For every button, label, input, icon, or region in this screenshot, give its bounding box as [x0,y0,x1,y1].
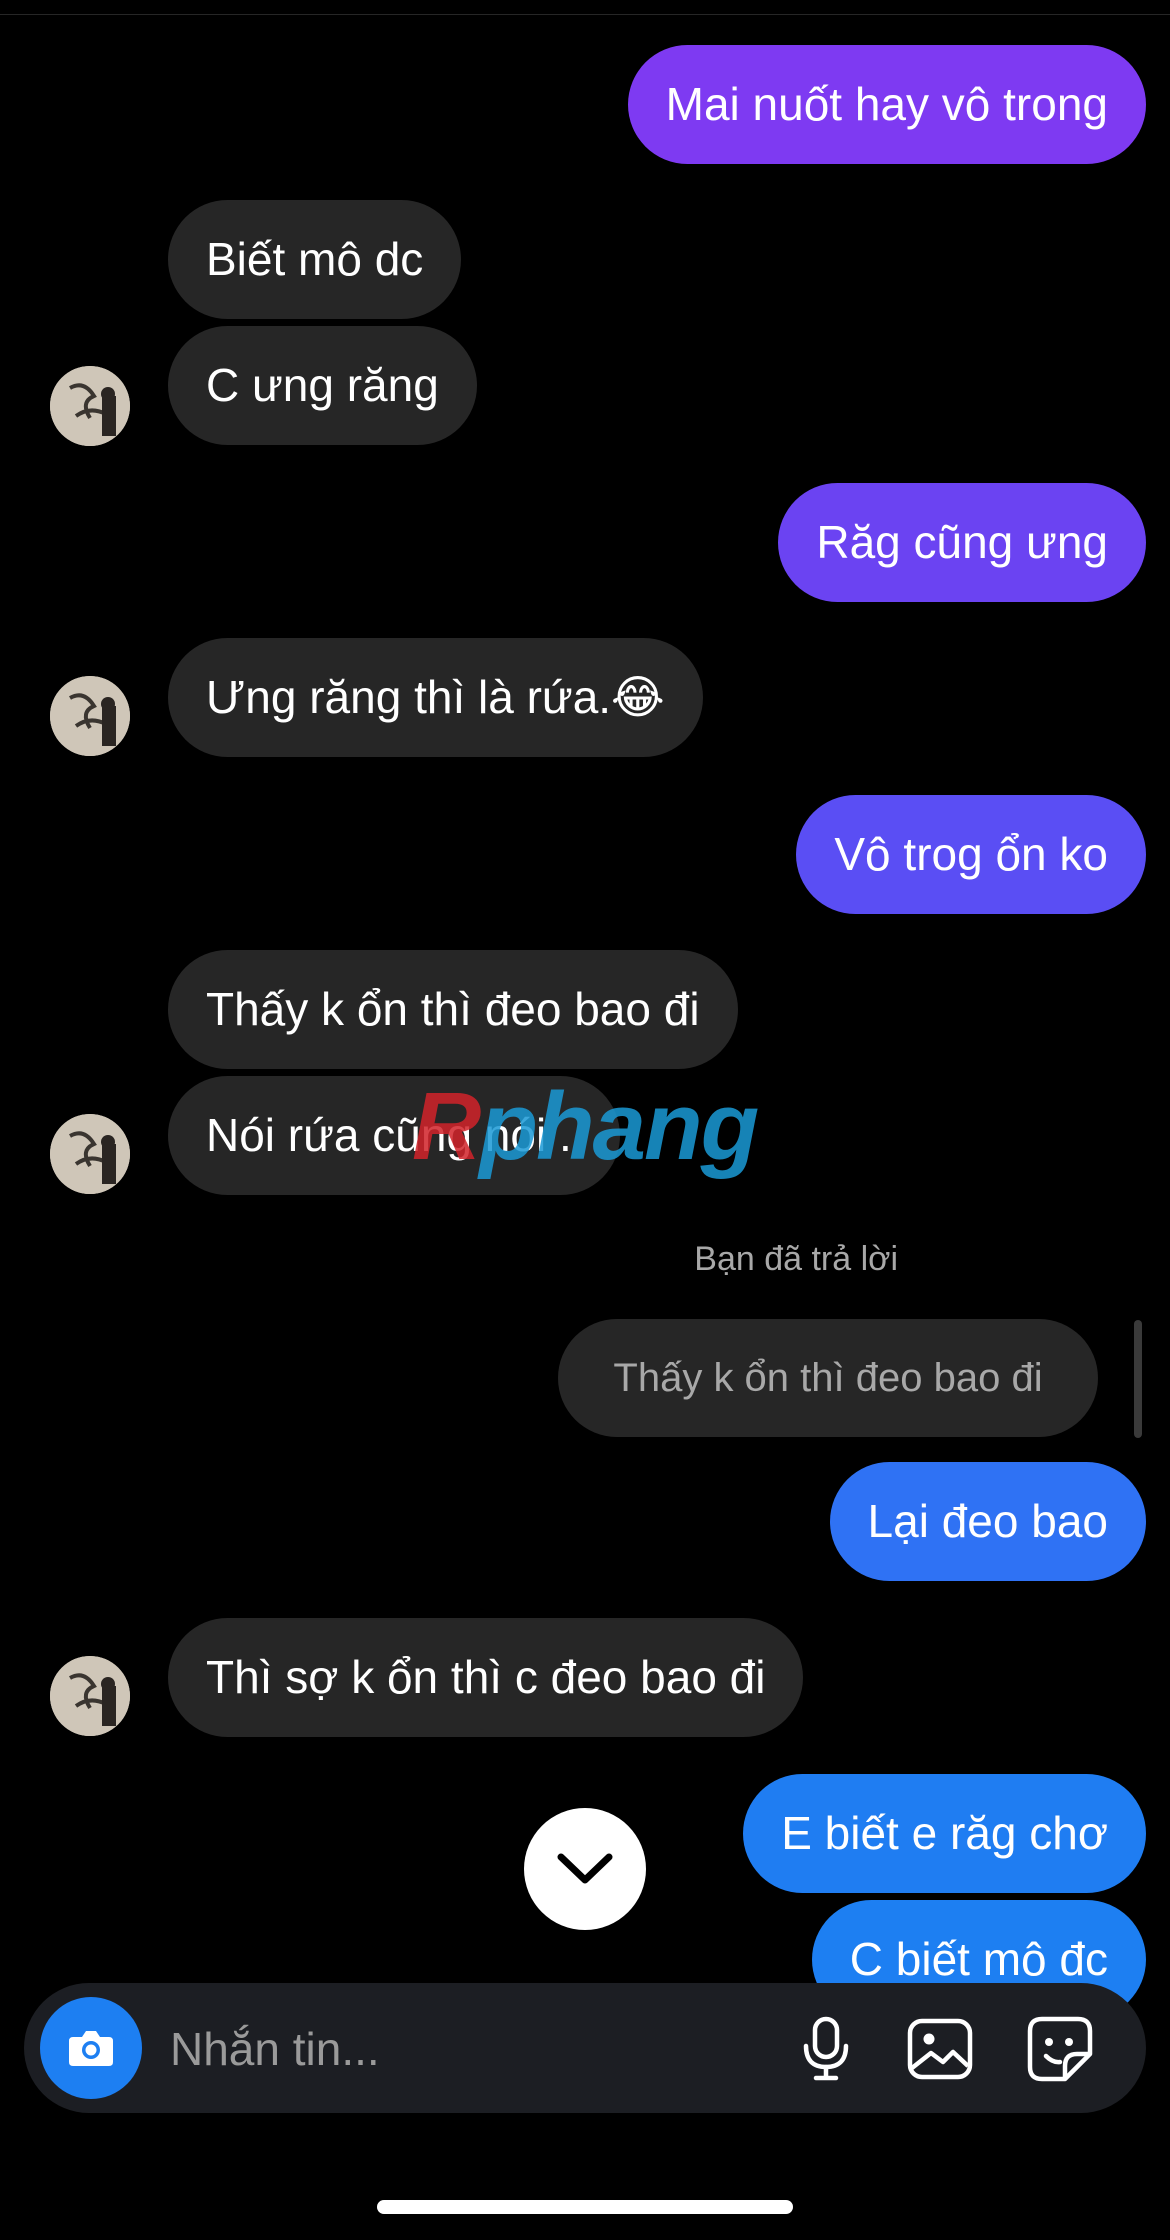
avatar-image [50,676,130,756]
reply-label: Bạn đã trả lời [694,1240,898,1278]
outgoing-message[interactable]: Lại đeo bao [829,1462,1146,1581]
incoming-message[interactable]: Thì sợ k ổn thì c đeo bao đi [168,1618,804,1737]
outgoing-message[interactable]: Răg cũng ưng [778,483,1146,602]
microphone-button[interactable] [792,2015,860,2083]
contact-avatar[interactable] [50,1114,130,1194]
camera-button[interactable] [40,1997,142,2099]
image-icon [907,2018,973,2080]
quoted-message[interactable]: Thấy k ổn thì đeo bao đi [558,1319,1098,1437]
chevron-down-icon [557,1853,613,1884]
incoming-message[interactable]: Thấy k ổn thì đeo bao đi [168,950,738,1069]
outgoing-message[interactable]: Mai nuốt hay vô trong [627,45,1146,164]
avatar-image [50,1656,130,1736]
top-divider [0,14,1170,15]
contact-avatar[interactable] [50,676,130,756]
microphone-icon [803,2016,849,2081]
incoming-message[interactable]: Biết mô dc [168,200,462,319]
message-composer [24,1983,1146,2115]
scroll-to-bottom-button[interactable] [524,1808,646,1930]
outgoing-message[interactable]: E biết e răg chơ [743,1774,1146,1893]
contact-avatar[interactable] [50,366,130,446]
outgoing-message[interactable]: Vô trog ổn ko [796,795,1146,914]
home-indicator[interactable] [377,2200,793,2214]
watermark-logo: Rphang [412,1073,759,1180]
incoming-message[interactable]: Ưng răng thì là rứa.😂 [168,638,703,757]
sticker-icon [1027,2016,1093,2082]
gallery-button[interactable] [906,2015,974,2083]
contact-avatar[interactable] [50,1656,130,1736]
avatar-image [50,366,130,446]
incoming-message[interactable]: C ưng răng [168,326,477,445]
sticker-button[interactable] [1026,2015,1094,2083]
reply-bar [1134,1320,1142,1438]
message-input[interactable] [168,1983,772,2115]
camera-icon [69,2031,113,2066]
avatar-image [50,1114,130,1194]
